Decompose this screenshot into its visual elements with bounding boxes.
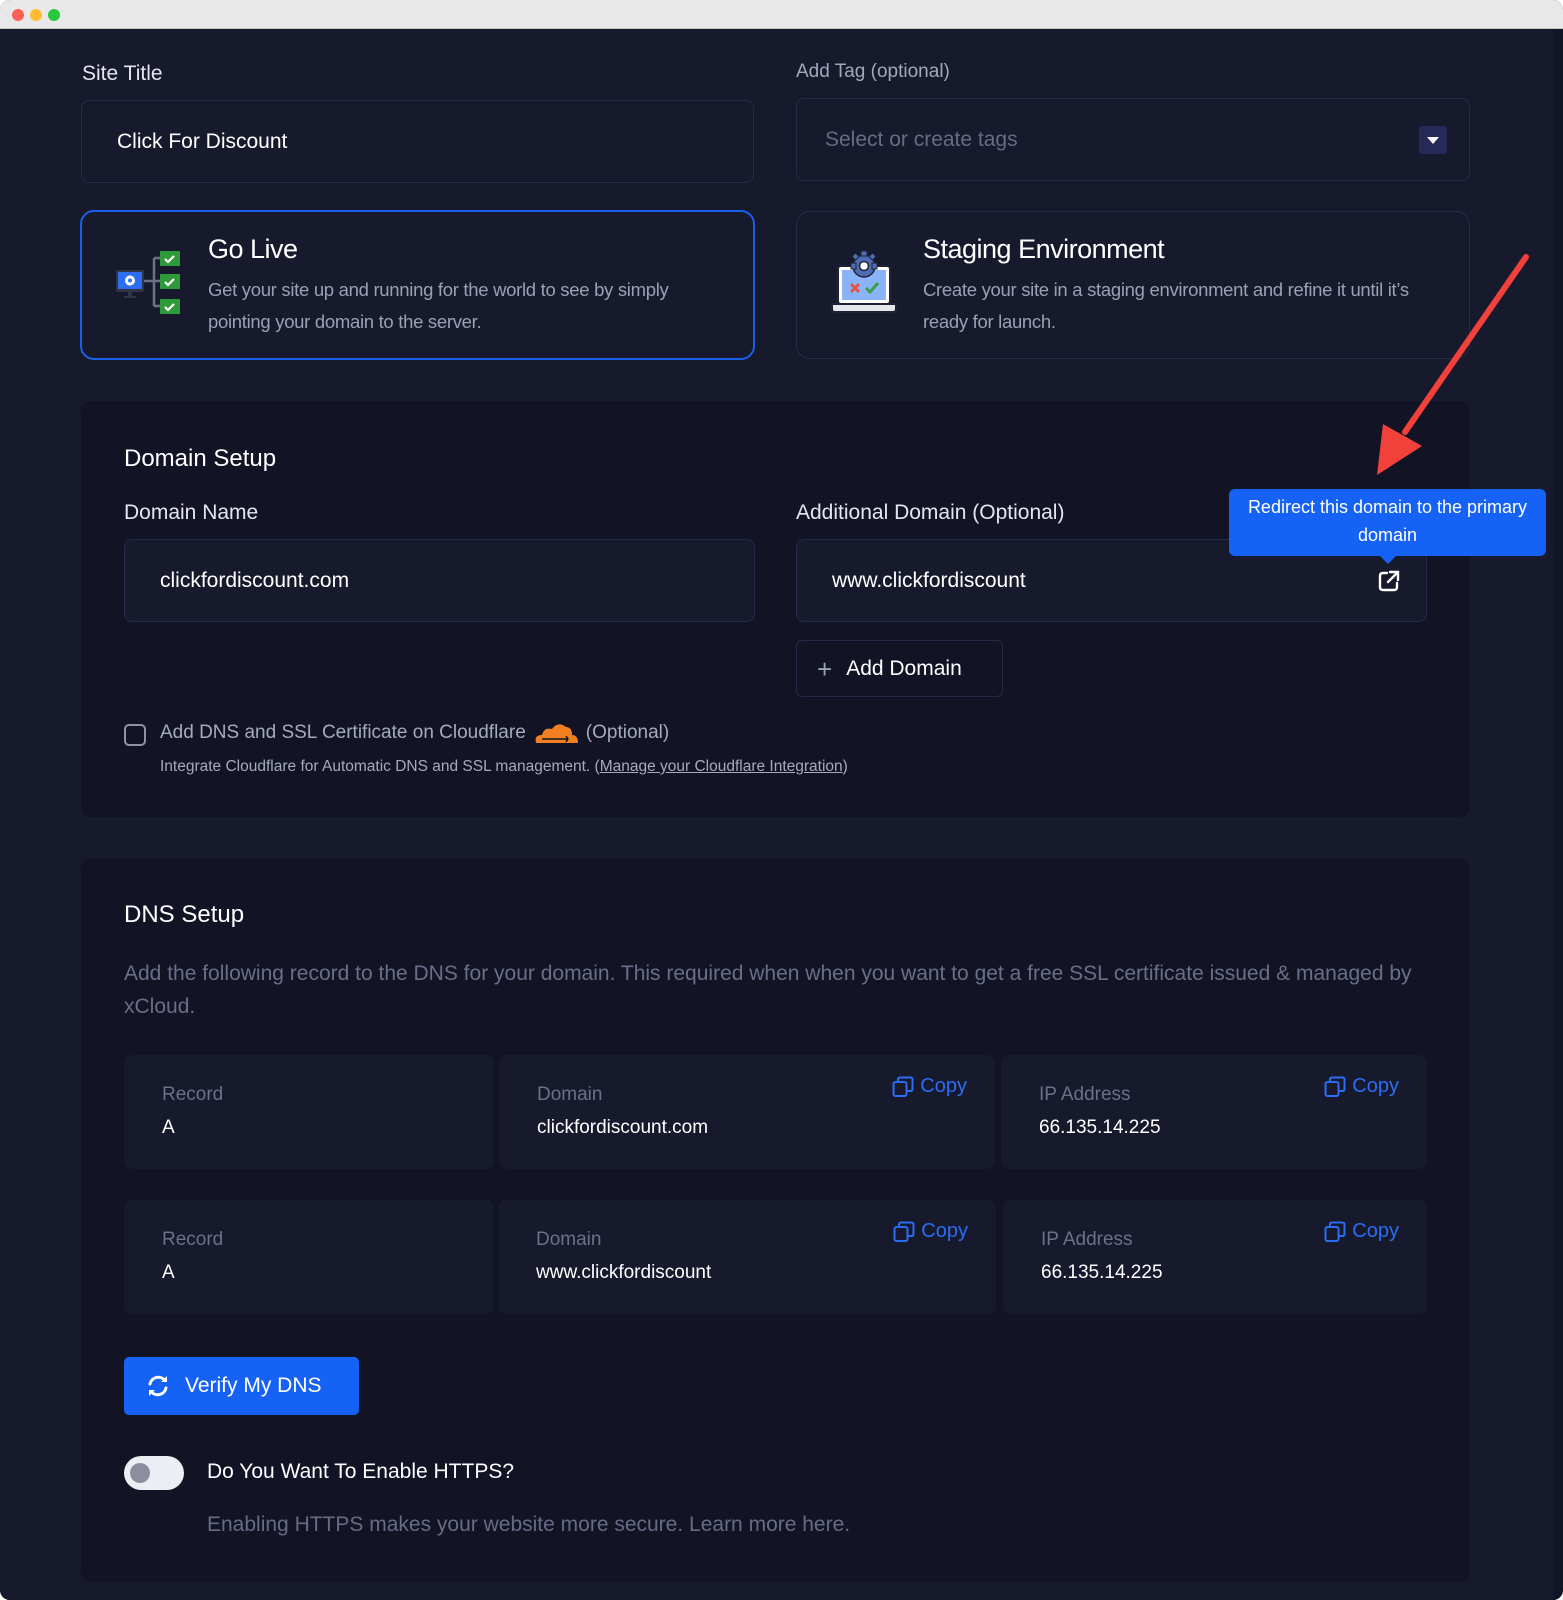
- dns-ip-cell: IP Address 66.135.14.225 Copy: [1001, 1055, 1427, 1169]
- caret-down-icon[interactable]: [1419, 125, 1447, 154]
- cloudflare-icon: [535, 724, 578, 743]
- window-edge: [1553, 29, 1563, 1600]
- additional-domain-value: www.clickfordiscount: [832, 568, 1026, 592]
- staging-title: Staging Environment: [923, 234, 1165, 264]
- cloudflare-option: Add DNS and SSL Certificate on Cloudflar…: [160, 721, 669, 745]
- domain-name-value: clickfordiscount.com: [160, 568, 350, 592]
- site-title-input[interactable]: Click For Discount: [81, 100, 754, 183]
- title-bar: [0, 0, 1563, 29]
- network-check-icon: [116, 251, 180, 314]
- dns-setup-title: DNS Setup: [124, 901, 245, 928]
- go-live-description: Get your site up and running for the wor…: [208, 279, 669, 332]
- verify-dns-label: Verify My DNS: [185, 1374, 322, 1397]
- minimize-window-button[interactable]: [30, 9, 42, 21]
- dns-ip-cell: IP Address 66.135.14.225 Copy: [1003, 1200, 1427, 1314]
- ip-label: IP Address: [1039, 1084, 1131, 1105]
- add-domain-button[interactable]: + Add Domain: [796, 640, 1003, 697]
- go-live-title: Go Live: [208, 234, 298, 264]
- tags-select[interactable]: Select or create tags: [796, 98, 1470, 181]
- dns-record-cell: Record A: [124, 1200, 494, 1314]
- cloudflare-checkbox[interactable]: [124, 724, 146, 746]
- staging-environment-card[interactable]: Staging Environment Create your site in …: [796, 211, 1470, 359]
- cloudflare-sub-suffix: ): [842, 758, 848, 775]
- ip-label: IP Address: [1041, 1229, 1133, 1250]
- copy-label: Copy: [1352, 1075, 1399, 1097]
- toggle-knob: [130, 1463, 150, 1483]
- https-toggle[interactable]: [124, 1456, 184, 1490]
- domain-setup-title: Domain Setup: [124, 445, 277, 472]
- dns-record-cell: Record A: [124, 1055, 494, 1169]
- refresh-icon: [148, 1375, 168, 1397]
- dns-setup-section: DNS Setup Add the following record to th…: [81, 859, 1470, 1582]
- redirect-tooltip: Redirect this domain to the primary doma…: [1229, 489, 1546, 556]
- domain-label: Domain: [537, 1084, 603, 1105]
- copy-domain-button[interactable]: Copy: [893, 1220, 968, 1243]
- https-subtext: Enabling HTTPS makes your website more s…: [207, 1513, 851, 1536]
- site-title-label: Site Title: [82, 62, 163, 85]
- domain-name-label: Domain Name: [124, 501, 259, 524]
- record-value: A: [162, 1117, 175, 1138]
- cloudflare-sub-prefix: Integrate Cloudflare for Automatic DNS a…: [160, 758, 600, 775]
- copy-label: Copy: [921, 1220, 968, 1242]
- domain-value: www.clickfordiscount: [536, 1262, 712, 1283]
- manage-cloudflare-link[interactable]: Manage your Cloudflare Integration: [600, 758, 843, 775]
- ip-value: 66.135.14.225: [1039, 1117, 1161, 1138]
- copy-label: Copy: [1352, 1220, 1399, 1242]
- laptop-gear-icon: [831, 250, 897, 313]
- domain-name-input[interactable]: clickfordiscount.com: [124, 539, 755, 622]
- copy-domain-button[interactable]: Copy: [892, 1075, 967, 1098]
- domain-value: clickfordiscount.com: [537, 1117, 709, 1138]
- plus-icon: +: [817, 653, 833, 684]
- cloudflare-label: Add DNS and SSL Certificate on Cloudflar…: [160, 722, 526, 743]
- cloudflare-optional: (Optional): [585, 722, 670, 743]
- site-title-value: Click For Discount: [117, 129, 288, 153]
- tags-placeholder: Select or create tags: [825, 127, 1018, 151]
- copy-icon: [892, 1076, 914, 1097]
- add-domain-label: Add Domain: [846, 656, 962, 680]
- page-content: Site Title Click For Discount Add Tag (o…: [0, 29, 1553, 1600]
- zoom-window-button[interactable]: [48, 9, 60, 21]
- dns-domain-cell: Domain clickfordiscount.com Copy: [499, 1055, 995, 1169]
- copy-icon: [1324, 1221, 1346, 1242]
- domain-label: Domain: [536, 1229, 602, 1250]
- copy-label: Copy: [920, 1075, 967, 1097]
- additional-domain-label: Additional Domain (Optional): [796, 501, 1065, 524]
- app-window: Site Title Click For Discount Add Tag (o…: [0, 0, 1563, 1600]
- add-tag-label: Add Tag (optional): [796, 61, 950, 82]
- dns-domain-cell: Domain www.clickfordiscount Copy: [498, 1200, 996, 1314]
- domain-setup-section: Domain Setup Domain Name clickfordiscoun…: [81, 401, 1470, 817]
- https-label: Do You Want To Enable HTTPS?: [207, 1460, 515, 1483]
- close-window-button[interactable]: [12, 9, 24, 21]
- copy-icon: [893, 1221, 915, 1242]
- copy-ip-button[interactable]: Copy: [1324, 1075, 1399, 1098]
- copy-icon: [1324, 1076, 1346, 1097]
- go-live-card[interactable]: Go Live Get your site up and running for…: [80, 210, 755, 360]
- record-label: Record: [162, 1084, 224, 1105]
- verify-dns-button[interactable]: Verify My DNS: [124, 1357, 359, 1415]
- cloudflare-subtext: Integrate Cloudflare for Automatic DNS a…: [160, 758, 848, 776]
- staging-description: Create your site in a staging environmen…: [923, 279, 1409, 332]
- ip-value: 66.135.14.225: [1041, 1262, 1163, 1283]
- external-link-icon[interactable]: [1377, 569, 1401, 593]
- copy-ip-button[interactable]: Copy: [1324, 1220, 1399, 1243]
- record-value: A: [162, 1262, 175, 1283]
- record-label: Record: [162, 1229, 224, 1250]
- dns-setup-description: Add the following record to the DNS for …: [124, 962, 1412, 1018]
